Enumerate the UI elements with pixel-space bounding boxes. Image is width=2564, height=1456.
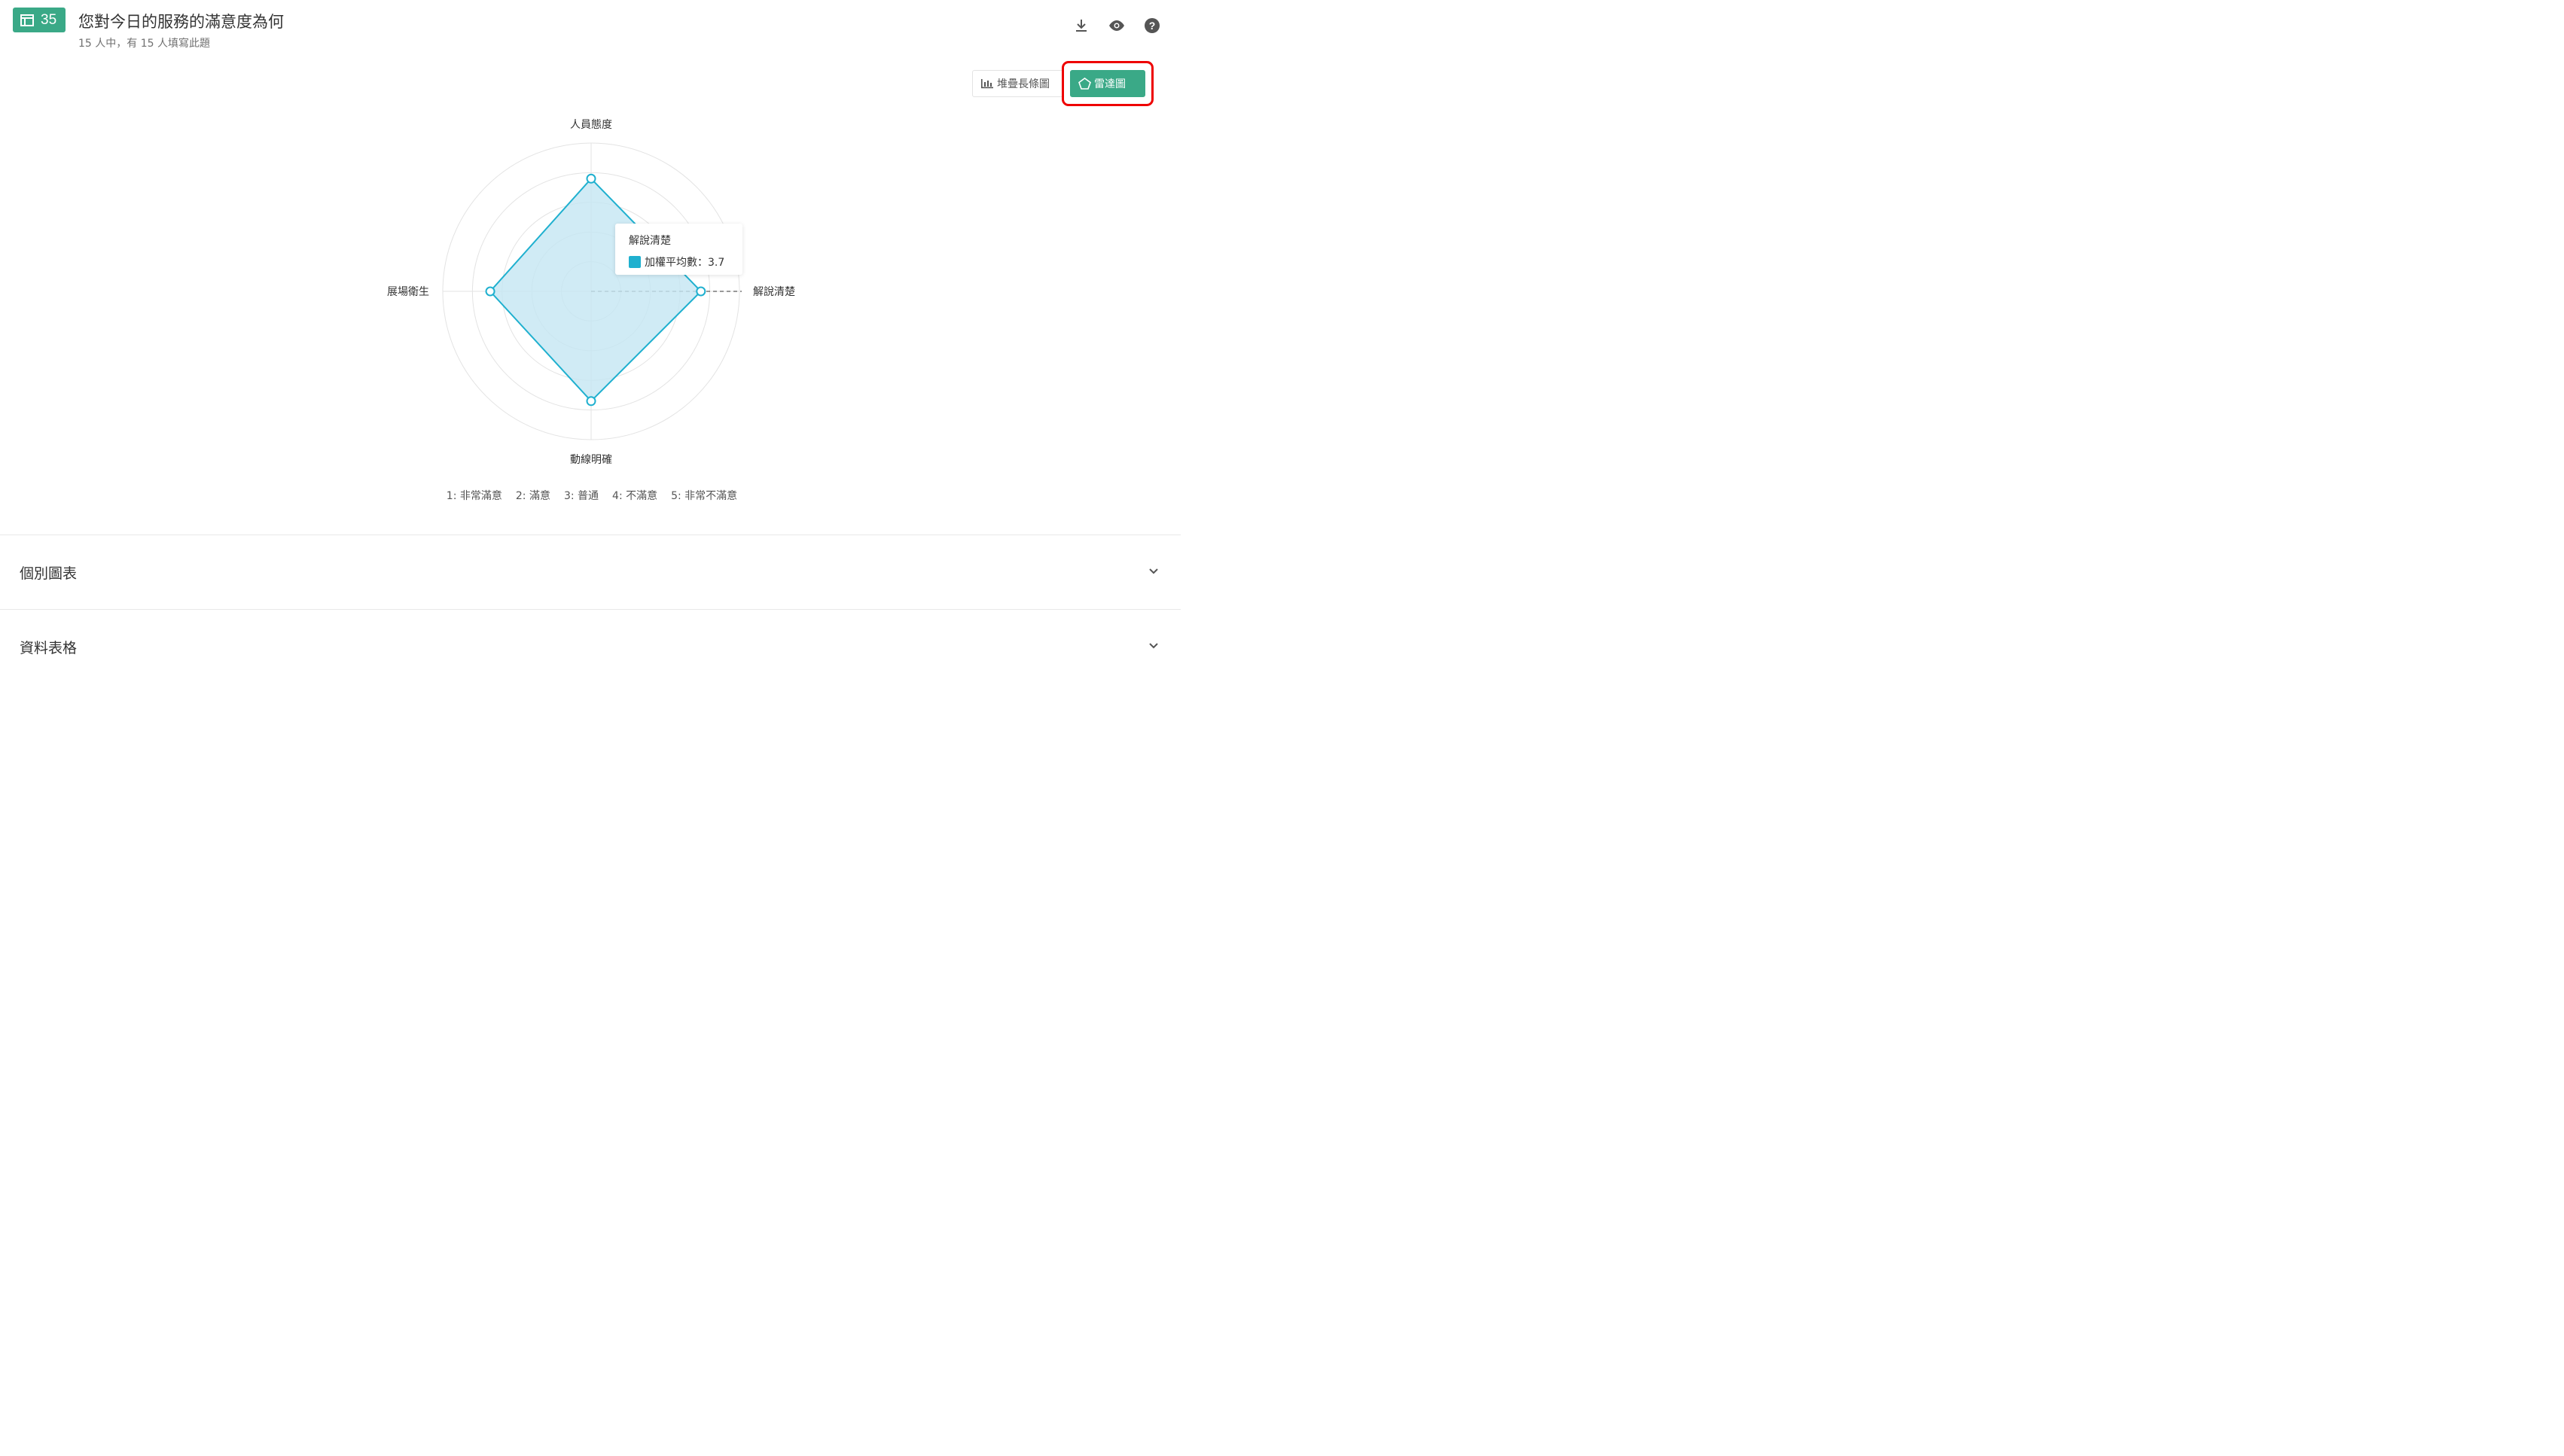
data-point[interactable]: [586, 396, 596, 407]
chart-tooltip: 解說清楚 加權平均數：3.7: [615, 224, 742, 275]
axis-label: 人員態度: [570, 119, 612, 131]
radar-chart: 人員態度解說清楚動線明確 展場衛生: [387, 119, 795, 466]
scale-legend-item: 3: 普通: [563, 490, 599, 502]
chevron-down-icon: [1149, 568, 1158, 574]
data-point[interactable]: [485, 286, 495, 297]
scale-legend-item: 5: 非常不滿意: [671, 490, 738, 502]
tooltip-value: 加權平均數：3.7: [645, 257, 725, 269]
scale-legend-item: 2: 滿意: [515, 490, 550, 502]
axis-label: 解說清楚: [753, 285, 795, 298]
section-label: 資料表格: [20, 640, 78, 656]
tooltip-swatch: [629, 256, 641, 268]
tooltip-category: 解說清楚: [629, 235, 671, 247]
section-individual-charts[interactable]: 個別圖表: [0, 535, 1181, 609]
scale-legend-item: 4: 不滿意: [612, 490, 658, 502]
scale-legend-item: 1: 非常滿意: [446, 490, 502, 502]
scale-legend: 1: 非常滿意 2: 滿意 3: 普通 4: 不滿意 5: 非常不滿意: [0, 488, 1181, 503]
data-point[interactable]: [586, 173, 596, 184]
axis-label: 展場衛生: [387, 286, 429, 298]
chevron-down-icon: [1149, 643, 1158, 649]
data-point[interactable]: [696, 286, 706, 297]
series-area: [489, 177, 703, 403]
section-data-table[interactable]: 資料表格: [0, 609, 1181, 684]
section-label: 個別圖表: [20, 565, 78, 582]
axis-label: 動線明確: [570, 454, 612, 466]
